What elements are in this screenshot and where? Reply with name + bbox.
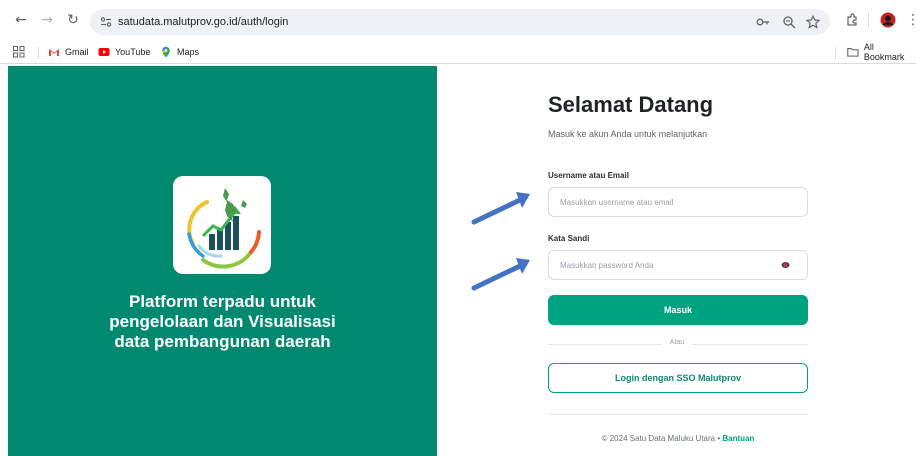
- data-chart-logo-icon: [187, 188, 261, 269]
- login-button[interactable]: Masuk: [548, 295, 808, 325]
- bookmark-separator: [835, 47, 836, 59]
- browser-toolbar: ← → ↻ satudata.malutprov.go.id/auth/logi…: [0, 0, 916, 40]
- username-label: Username atau Email: [548, 171, 629, 180]
- bookmark-label: Gmail: [65, 47, 89, 57]
- all-bookmarks[interactable]: All Bookmark: [847, 42, 916, 62]
- footer: © 2024 Satu Data Maluku Utara • Bantuan: [548, 434, 808, 443]
- tagline-line: Platform terpadu untuk: [128, 292, 316, 311]
- maps-icon: [162, 46, 170, 58]
- bookmark-gmail[interactable]: Gmail: [48, 44, 89, 60]
- hero-tagline: Platform terpadu untuk pengelolaan dan V…: [8, 292, 437, 352]
- url-text[interactable]: satudata.malutprov.go.id/auth/login: [118, 14, 288, 30]
- page-subtitle: Masuk ke akun Anda untuk melanjutkan: [548, 129, 708, 139]
- tagline-line: pengelolaan dan Visualisasi: [109, 312, 336, 331]
- toolbar-divider: [868, 13, 869, 27]
- bookmarks-bar: Gmail YouTube Maps All Bookmark: [0, 40, 916, 64]
- footer-divider: [548, 414, 808, 415]
- app-logo: [173, 176, 271, 274]
- address-bar[interactable]: satudata.malutprov.go.id/auth/login: [90, 9, 830, 35]
- extensions-icon[interactable]: [845, 13, 859, 27]
- annotation-arrow-icon: [471, 258, 530, 291]
- gmail-icon: [49, 49, 59, 56]
- forward-icon[interactable]: →: [39, 12, 55, 28]
- browser-chrome: ← → ↻ satudata.malutprov.go.id/auth/logi…: [0, 0, 916, 66]
- zoom-icon[interactable]: [782, 15, 796, 29]
- show-password-icon[interactable]: [781, 261, 790, 269]
- bookmark-label: YouTube: [115, 47, 151, 57]
- menu-icon[interactable]: ⋮: [906, 12, 916, 28]
- key-icon[interactable]: [756, 15, 770, 29]
- bookmark-youtube[interactable]: YouTube: [98, 44, 150, 60]
- reload-icon[interactable]: ↻: [65, 12, 81, 28]
- all-bookmarks-label: All Bookmark: [863, 42, 905, 62]
- tagline-line: data pembangunan daerah: [114, 332, 331, 351]
- bookmark-separator: [38, 47, 39, 59]
- hero-panel: Platform terpadu untuk pengelolaan dan V…: [8, 66, 437, 456]
- divider-text: Atau: [669, 339, 685, 346]
- apps-icon[interactable]: [13, 46, 25, 58]
- bookmark-label: Maps: [177, 47, 200, 57]
- sso-login-button[interactable]: Login dengan SSO Malutprov: [548, 363, 808, 393]
- footer-text: © 2024 Satu Data Maluku Utara •: [601, 434, 721, 443]
- help-link[interactable]: Bantuan: [722, 434, 754, 443]
- password-label: Kata Sandi: [548, 234, 590, 243]
- password-input[interactable]: [548, 250, 808, 280]
- divider-line: [548, 344, 662, 345]
- folder-icon: [847, 48, 859, 57]
- annotation-arrow-icon: [471, 192, 530, 225]
- youtube-icon: [98, 48, 110, 56]
- username-input[interactable]: [548, 187, 808, 217]
- star-icon[interactable]: [806, 15, 820, 29]
- site-settings-icon[interactable]: [100, 16, 112, 28]
- bookmark-maps[interactable]: Maps: [160, 44, 199, 60]
- back-icon[interactable]: ←: [13, 12, 29, 28]
- profile-avatar[interactable]: [880, 12, 896, 28]
- page-title: Selamat Datang: [548, 92, 714, 117]
- divider-line: [692, 344, 808, 345]
